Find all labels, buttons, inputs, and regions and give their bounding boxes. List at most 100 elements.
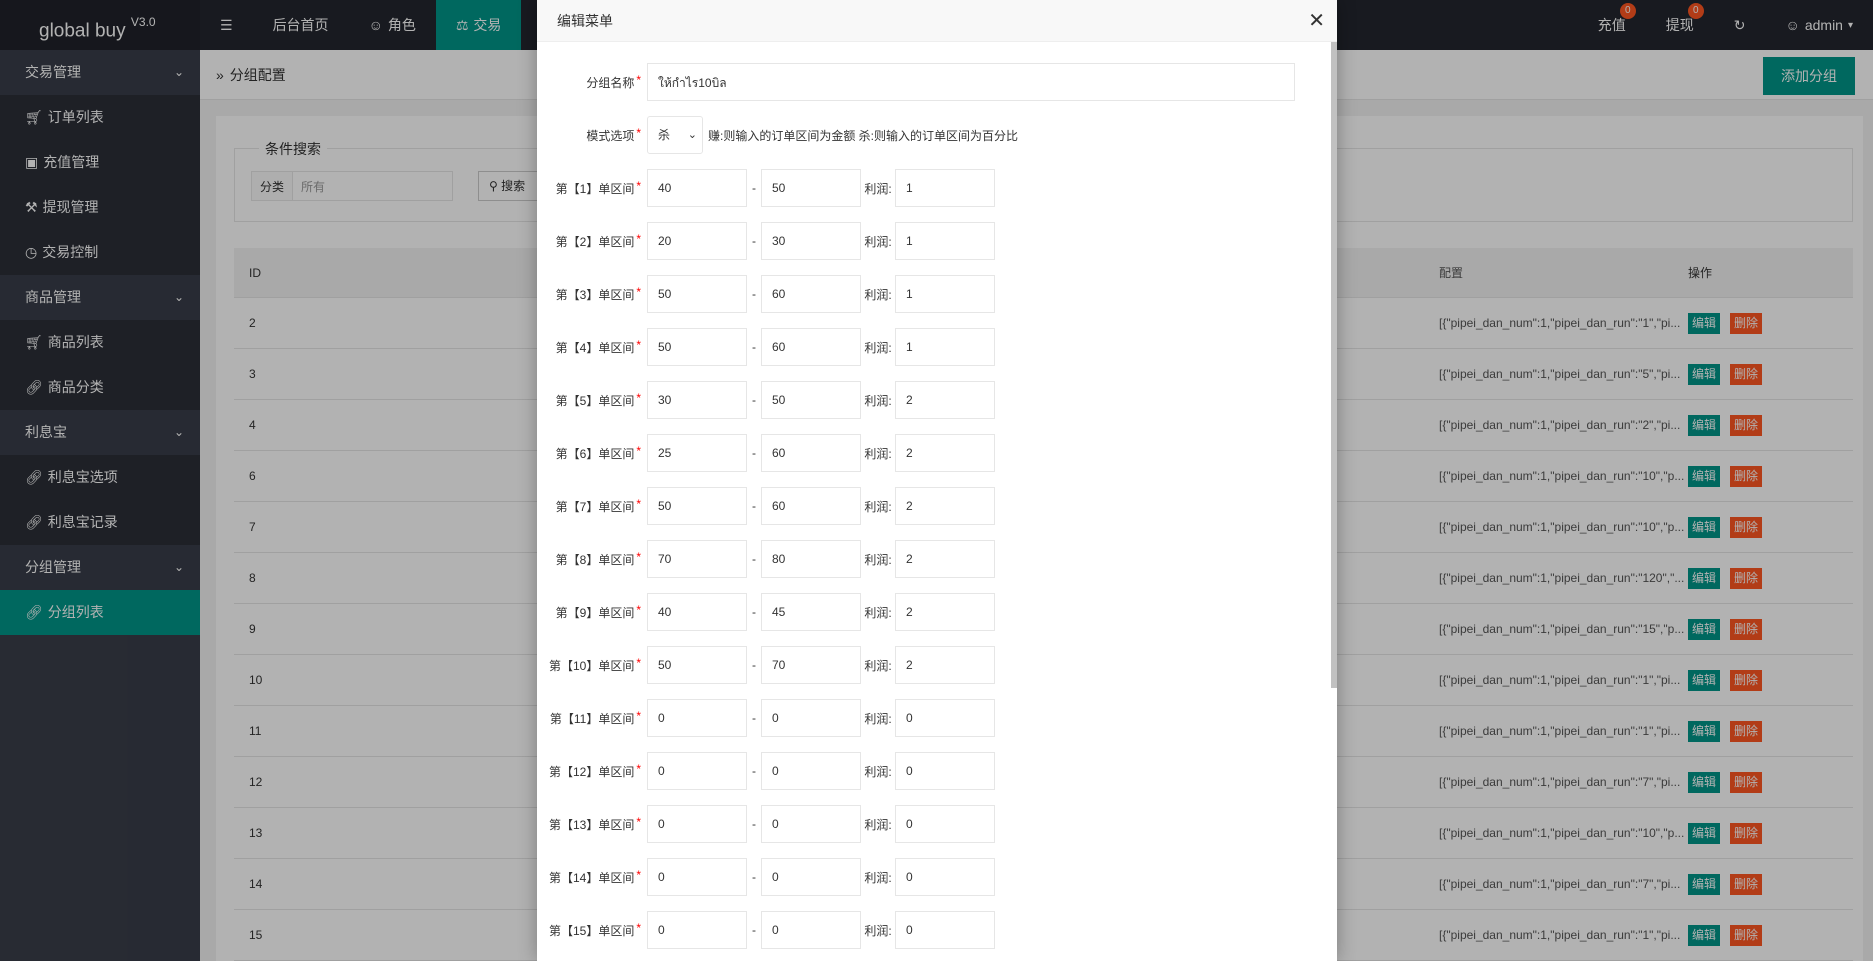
group-name-input[interactable]: ให้กำไร10บิล bbox=[647, 63, 1295, 101]
range-to-input[interactable]: 0 bbox=[761, 911, 861, 949]
range-row: 第【6】单区间 * 25-60 利润: 2 bbox=[537, 434, 995, 472]
profit-label: 利润: bbox=[864, 605, 892, 620]
close-icon[interactable]: ✕ bbox=[1308, 0, 1325, 42]
range-from-input[interactable]: 50 bbox=[647, 487, 747, 525]
range-to-input[interactable]: 60 bbox=[761, 328, 861, 366]
range-row: 第【10】单区间 * 50-70 利润: 2 bbox=[537, 646, 995, 684]
range-from-input[interactable]: 0 bbox=[647, 752, 747, 790]
range-dash: - bbox=[752, 234, 756, 248]
range-dash: - bbox=[752, 446, 756, 460]
range-dash: - bbox=[752, 499, 756, 513]
range-from-input[interactable]: 0 bbox=[647, 805, 747, 843]
range-label: 第【7】单区间 * bbox=[555, 496, 641, 514]
profit-input[interactable]: 0 bbox=[895, 752, 995, 790]
profit-label: 利润: bbox=[864, 552, 892, 567]
range-label: 第【5】单区间 * bbox=[555, 390, 641, 408]
range-label: 第【6】单区间 * bbox=[555, 443, 641, 461]
profit-input[interactable]: 2 bbox=[895, 646, 995, 684]
range-label: 第【3】单区间 * bbox=[555, 284, 641, 302]
range-label: 第【2】单区间 * bbox=[555, 231, 641, 249]
range-from-input[interactable]: 0 bbox=[647, 699, 747, 737]
range-row: 第【2】单区间 * 20-30 利润: 1 bbox=[537, 222, 995, 260]
range-from-input[interactable]: 0 bbox=[647, 911, 747, 949]
profit-input[interactable]: 2 bbox=[895, 381, 995, 419]
profit-label: 利润: bbox=[864, 870, 892, 885]
range-dash: - bbox=[752, 181, 756, 195]
range-from-input[interactable]: 70 bbox=[647, 540, 747, 578]
range-row: 第【3】单区间 * 50-60 利润: 1 bbox=[537, 275, 995, 313]
range-to-input[interactable]: 0 bbox=[761, 805, 861, 843]
range-from-input[interactable]: 20 bbox=[647, 222, 747, 260]
range-label: 第【15】单区间 * bbox=[548, 920, 641, 938]
range-to-input[interactable]: 0 bbox=[761, 858, 861, 896]
range-to-input[interactable]: 0 bbox=[761, 752, 861, 790]
range-from-input[interactable]: 25 bbox=[647, 434, 747, 472]
profit-label: 利润: bbox=[864, 764, 892, 779]
range-row: 第【11】单区间 * 0-0 利润: 0 bbox=[537, 699, 995, 737]
range-from-input[interactable]: 50 bbox=[647, 646, 747, 684]
range-to-input[interactable]: 50 bbox=[761, 169, 861, 207]
profit-label: 利润: bbox=[864, 446, 892, 461]
range-from-input[interactable]: 0 bbox=[647, 858, 747, 896]
profit-input[interactable]: 1 bbox=[895, 169, 995, 207]
range-dash: - bbox=[752, 393, 756, 407]
range-to-input[interactable]: 60 bbox=[761, 434, 861, 472]
range-label: 第【14】单区间 * bbox=[548, 867, 641, 885]
range-from-input[interactable]: 30 bbox=[647, 381, 747, 419]
profit-input[interactable]: 0 bbox=[895, 858, 995, 896]
mode-label: 模式选项 * bbox=[586, 125, 641, 143]
profit-input[interactable]: 1 bbox=[895, 275, 995, 313]
modal-scrollbar[interactable] bbox=[1331, 42, 1337, 688]
mode-select-value: 杀 bbox=[658, 128, 671, 142]
range-label: 第【8】单区间 * bbox=[555, 549, 641, 567]
modal-header: 编辑菜单 ✕ bbox=[537, 0, 1337, 42]
profit-input[interactable]: 1 bbox=[895, 328, 995, 366]
profit-input[interactable]: 2 bbox=[895, 487, 995, 525]
range-to-input[interactable]: 60 bbox=[761, 487, 861, 525]
mode-select[interactable]: 杀 ⌄ bbox=[647, 116, 703, 154]
range-to-input[interactable]: 50 bbox=[761, 381, 861, 419]
range-from-input[interactable]: 50 bbox=[647, 328, 747, 366]
group-name-label: 分组名称 * bbox=[586, 72, 641, 90]
profit-input[interactable]: 0 bbox=[895, 699, 995, 737]
range-label: 第【12】单区间 * bbox=[548, 761, 641, 779]
range-from-input[interactable]: 50 bbox=[647, 275, 747, 313]
range-dash: - bbox=[752, 870, 756, 884]
range-label: 第【9】单区间 * bbox=[555, 602, 641, 620]
range-dash: - bbox=[752, 817, 756, 831]
range-row: 第【9】单区间 * 40-45 利润: 2 bbox=[537, 593, 995, 631]
range-label: 第【1】单区间 * bbox=[555, 178, 641, 196]
range-row: 第【7】单区间 * 50-60 利润: 2 bbox=[537, 487, 995, 525]
modal-body: 分组名称 * ให้กำไร10บิล 模式选项 * 杀 ⌄ 赚:则输入的订单区间为… bbox=[537, 42, 1337, 961]
range-row: 第【5】单区间 * 30-50 利润: 2 bbox=[537, 381, 995, 419]
range-label: 第【4】单区间 * bbox=[555, 337, 641, 355]
range-dash: - bbox=[752, 605, 756, 619]
profit-label: 利润: bbox=[864, 393, 892, 408]
range-to-input[interactable]: 80 bbox=[761, 540, 861, 578]
range-row: 第【8】单区间 * 70-80 利润: 2 bbox=[537, 540, 995, 578]
range-to-input[interactable]: 30 bbox=[761, 222, 861, 260]
range-dash: - bbox=[752, 764, 756, 778]
range-dash: - bbox=[752, 658, 756, 672]
range-to-input[interactable]: 60 bbox=[761, 275, 861, 313]
profit-input[interactable]: 0 bbox=[895, 805, 995, 843]
range-to-input[interactable]: 70 bbox=[761, 646, 861, 684]
range-from-input[interactable]: 40 bbox=[647, 169, 747, 207]
profit-input[interactable]: 2 bbox=[895, 540, 995, 578]
range-to-input[interactable]: 0 bbox=[761, 699, 861, 737]
profit-label: 利润: bbox=[864, 340, 892, 355]
range-from-input[interactable]: 40 bbox=[647, 593, 747, 631]
range-row: 第【4】单区间 * 50-60 利润: 1 bbox=[537, 328, 995, 366]
profit-label: 利润: bbox=[864, 658, 892, 673]
profit-input[interactable]: 2 bbox=[895, 593, 995, 631]
profit-input[interactable]: 1 bbox=[895, 222, 995, 260]
range-label: 第【11】单区间 * bbox=[549, 708, 641, 726]
profit-label: 利润: bbox=[864, 234, 892, 249]
profit-input[interactable]: 2 bbox=[895, 434, 995, 472]
modal-title: 编辑菜单 bbox=[557, 13, 613, 29]
mode-hint: 赚:则输入的订单区间为金额 杀:则输入的订单区间为百分比 bbox=[708, 128, 1019, 143]
range-row: 第【13】单区间 * 0-0 利润: 0 bbox=[537, 805, 995, 843]
range-to-input[interactable]: 45 bbox=[761, 593, 861, 631]
range-dash: - bbox=[752, 287, 756, 301]
profit-input[interactable]: 0 bbox=[895, 911, 995, 949]
